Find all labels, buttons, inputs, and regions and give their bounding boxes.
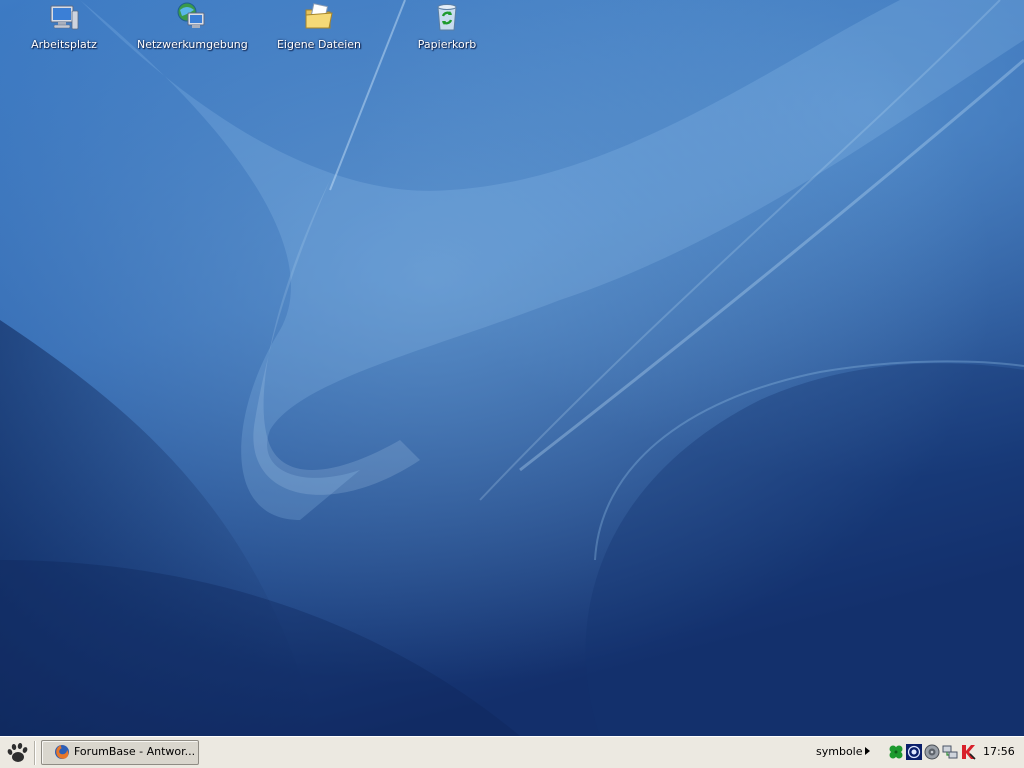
desktop-screen: Arbeitsplatz Netzwerkumgebung Eigene Dat…	[0, 0, 1024, 768]
speaker-icon[interactable]	[924, 744, 940, 760]
taskbar-clock[interactable]: 17:56	[983, 745, 1015, 759]
desktop-icon-computer[interactable]: Arbeitsplatz	[9, 0, 119, 58]
recycle-bin-icon	[437, 4, 457, 31]
desktop-icon-label: Arbeitsplatz	[31, 38, 97, 51]
desktop-icon-network[interactable]: Netzwerkumgebung	[137, 0, 248, 58]
firefox-icon	[55, 745, 69, 759]
eye-icon[interactable]	[906, 744, 922, 760]
desktop-icon-label: Netzwerkumgebung	[137, 38, 248, 51]
taskbar-button-forumbase[interactable]: ForumBase - Antwor...	[41, 740, 199, 765]
folder-icon	[305, 3, 333, 29]
tray-symbols-label[interactable]: symbole	[816, 745, 863, 759]
computer-icon	[50, 5, 79, 30]
desktop-icon-label: Papierkorb	[417, 38, 477, 51]
network-tray-icon[interactable]	[942, 744, 958, 760]
desktop-wallpaper[interactable]	[0, 0, 1024, 736]
clover-icon[interactable]	[888, 744, 904, 760]
antivirus-icon[interactable]	[960, 744, 976, 760]
paw-icon[interactable]	[5, 741, 29, 765]
taskbar-separator	[34, 741, 36, 765]
desktop-icon-documents[interactable]: Eigene Dateien	[264, 0, 374, 58]
taskbar: ForumBase - Antwor... symbole 17:56	[0, 736, 1024, 768]
network-icon	[177, 2, 205, 28]
taskbar-button-label: ForumBase - Antwor...	[74, 745, 196, 758]
desktop-icon-recycle-bin[interactable]: Papierkorb	[392, 0, 502, 58]
desktop-icon-label: Eigene Dateien	[276, 38, 362, 51]
tray-expand-arrow-icon[interactable]	[865, 747, 870, 755]
